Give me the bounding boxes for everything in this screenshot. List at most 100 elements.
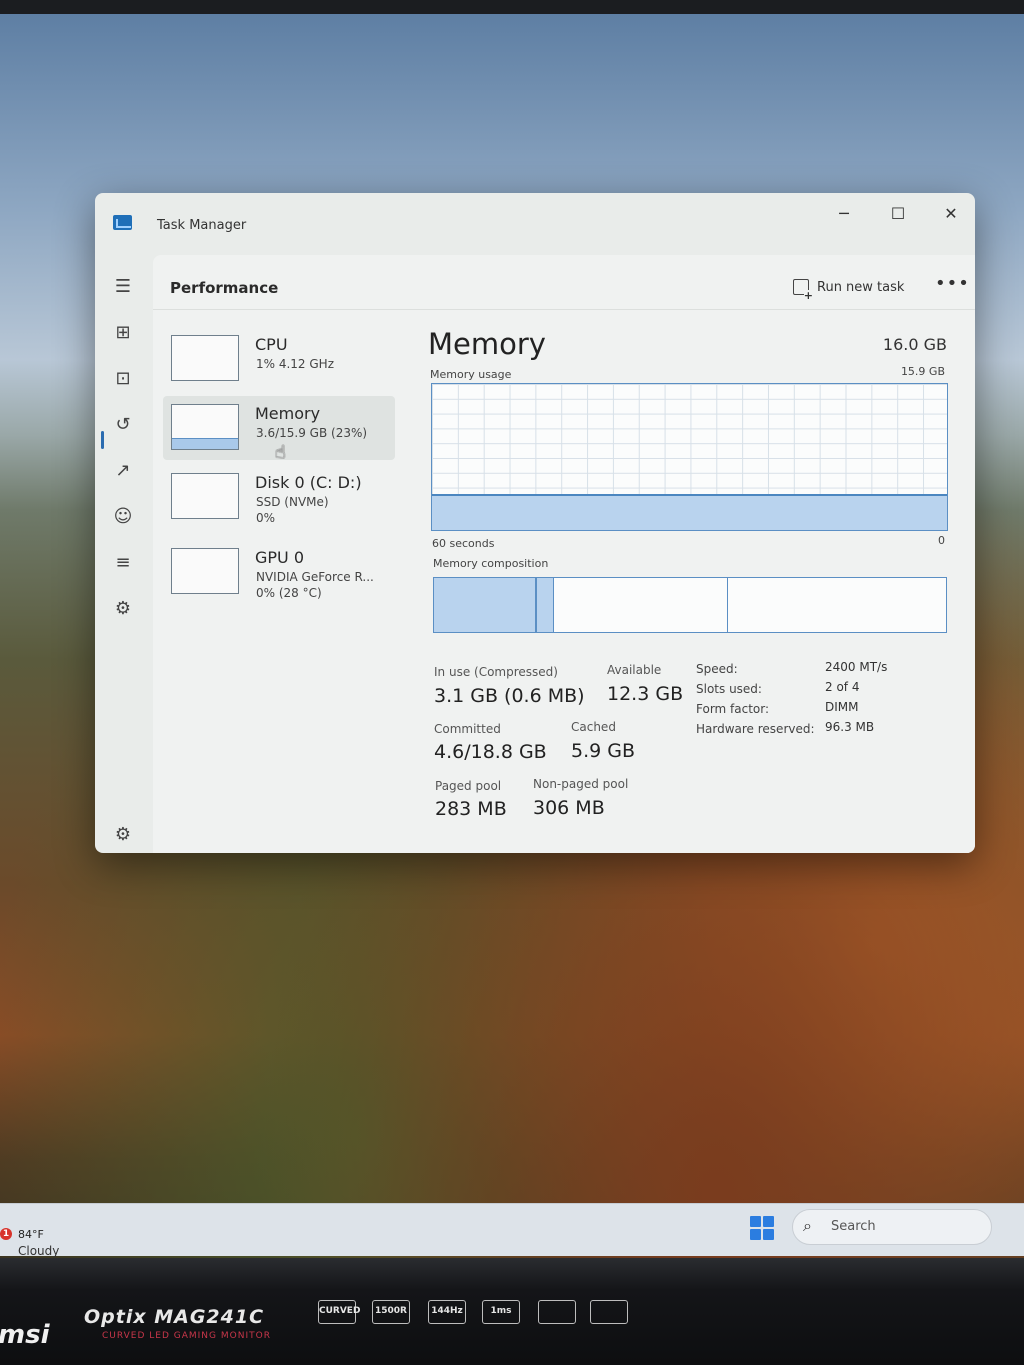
composition-modified-segment[interactable] <box>536 578 555 632</box>
device-name: CPU <box>255 335 288 354</box>
memory-composition-bar <box>433 577 947 633</box>
non-paged-pool-value: 306 MB <box>533 797 605 819</box>
nav-active-indicator <box>101 431 104 449</box>
task-manager-app-icon <box>113 215 132 230</box>
detail-title: Memory <box>428 327 546 361</box>
feature-badge-1500r: 1500R <box>372 1300 410 1324</box>
device-gpu-0[interactable]: GPU 0 NVIDIA GeForce R... 0% (28 °C) <box>163 540 395 604</box>
paged-pool-label: Paged pool <box>435 779 502 793</box>
windows-logo-tile <box>750 1229 761 1240</box>
minimize-button[interactable]: ─ <box>821 199 867 229</box>
device-name: Disk 0 (C: D:) <box>255 473 362 492</box>
device-stat: 3.6/15.9 GB (23%) <box>256 426 368 440</box>
users-icon[interactable]: ☺ <box>109 503 137 531</box>
gpu-thumbnail-graph <box>171 548 239 594</box>
page-title: Performance <box>170 279 279 297</box>
title-bar[interactable]: Task Manager ─ ☐ ✕ <box>95 193 975 255</box>
available-value: 12.3 GB <box>607 683 684 705</box>
device-stat: 0% <box>256 511 276 525</box>
in-use-value: 3.1 GB (0.6 MB) <box>434 685 585 707</box>
monitor-bezel-top <box>0 0 1024 14</box>
weather-temperature: 84°F <box>18 1228 44 1241</box>
memory-composition-label: Memory composition <box>433 557 549 570</box>
device-memory[interactable]: Memory 3.6/15.9 GB (23%) ☝ <box>163 396 395 463</box>
panel-header: Performance Run new task ••• <box>153 255 975 310</box>
disk-thumbnail-graph <box>171 473 239 519</box>
taskbar-search-box[interactable]: ⌕ Search <box>792 1209 992 1245</box>
weather-condition: Cloudy <box>18 1244 60 1258</box>
device-name: GPU 0 <box>255 548 305 567</box>
monitor-model-subtitle: CURVED LED GAMING MONITOR <box>102 1331 271 1341</box>
notification-badge: 1 <box>0 1228 12 1240</box>
feature-badge-1ms: 1ms <box>482 1300 520 1324</box>
search-icon: ⌕ <box>803 1216 812 1235</box>
committed-value: 4.6/18.8 GB <box>434 741 547 763</box>
close-button[interactable]: ✕ <box>928 199 974 229</box>
cached-value: 5.9 GB <box>571 740 636 762</box>
hand-cursor-icon: ☝ <box>275 442 286 463</box>
feature-badge-freesync-icon <box>538 1300 576 1324</box>
slots-used-label: Slots used: <box>696 682 762 696</box>
non-paged-pool-label: Non-paged pool <box>533 777 629 791</box>
performance-panel: Performance Run new task ••• CPU 1% 4.12… <box>153 255 975 853</box>
hamburger-menu-icon[interactable]: ☰ <box>109 273 137 301</box>
device-stat: 1% 4.12 GHz <box>256 357 335 371</box>
paged-pool-value: 283 MB <box>435 798 507 820</box>
feature-badge-gaming-osd-icon <box>590 1300 628 1324</box>
committed-label: Committed <box>434 722 501 736</box>
monitor-model-name: Optix MAG241C <box>84 1306 265 1328</box>
composition-in-use-segment[interactable] <box>434 578 537 632</box>
cached-label: Cached <box>571 720 616 734</box>
windows-logo-tile <box>750 1216 761 1227</box>
windows-logo-tile <box>763 1229 774 1240</box>
settings-icon[interactable]: ⚙ <box>109 821 137 849</box>
composition-free-segment[interactable] <box>728 578 946 632</box>
form-factor-value: DIMM <box>825 700 859 714</box>
form-factor-label: Form factor: <box>696 702 770 716</box>
device-cpu[interactable]: CPU 1% 4.12 GHz <box>163 327 395 391</box>
search-placeholder: Search <box>831 1219 876 1234</box>
maximize-button[interactable]: ☐ <box>875 199 921 229</box>
memory-usage-max: 15.9 GB <box>900 365 945 378</box>
composition-standby-segment[interactable] <box>554 578 729 632</box>
memory-usage-graph <box>431 383 948 531</box>
cpu-thumbnail-graph <box>171 335 239 381</box>
graph-x-end-label: 0 <box>938 534 945 547</box>
performance-icon[interactable]: ⊡ <box>109 365 137 393</box>
speed-label: Speed: <box>696 662 738 676</box>
memory-usage-label: Memory usage <box>430 368 512 381</box>
device-name: Memory <box>255 404 321 423</box>
windows-logo-tile <box>763 1216 774 1227</box>
feature-badge-curved: CURVED <box>318 1300 360 1324</box>
slots-used-value: 2 of 4 <box>825 680 860 694</box>
run-new-task-button[interactable]: Run new task <box>793 273 904 301</box>
available-label: Available <box>607 663 662 677</box>
device-stat: 0% (28 °C) <box>256 586 322 600</box>
memory-usage-fill <box>432 494 947 530</box>
window-title: Task Manager <box>157 218 247 233</box>
hardware-reserved-label: Hardware reserved: <box>696 722 815 736</box>
feature-badge-144hz: 144Hz <box>428 1300 466 1324</box>
device-model: NVIDIA GeForce R... <box>256 570 374 584</box>
app-history-icon[interactable]: ↺ <box>109 411 137 439</box>
startup-apps-icon[interactable]: ↗ <box>109 457 137 485</box>
memory-thumbnail-graph <box>171 404 239 450</box>
processes-icon[interactable]: ⊞ <box>109 319 137 347</box>
run-task-icon <box>793 279 813 301</box>
task-manager-window[interactable]: Task Manager ─ ☐ ✕ ☰ ⊞ ⊡ ↺ ↗ ☺ ≡ ⚙ ⚙ Per… <box>95 193 975 853</box>
speed-value: 2400 MT/s <box>825 660 888 674</box>
graph-x-start-label: 60 seconds <box>432 537 495 550</box>
start-button[interactable] <box>750 1216 774 1240</box>
taskbar: ⌕ Search <box>0 1203 1024 1256</box>
device-type: SSD (NVMe) <box>256 495 329 509</box>
memory-total: 16.0 GB <box>882 335 947 354</box>
more-options-button[interactable]: ••• <box>935 273 970 294</box>
device-disk-0[interactable]: Disk 0 (C: D:) SSD (NVMe) 0% <box>163 465 395 529</box>
in-use-label: In use (Compressed) <box>434 665 558 679</box>
monitor-brand-logo: msi <box>0 1320 50 1350</box>
run-new-task-label: Run new task <box>817 279 905 295</box>
services-icon[interactable]: ⚙ <box>109 595 137 623</box>
hardware-reserved-value: 96.3 MB <box>825 720 875 734</box>
nav-rail: ☰ ⊞ ⊡ ↺ ↗ ☺ ≡ ⚙ ⚙ <box>95 255 153 853</box>
details-icon[interactable]: ≡ <box>109 549 137 577</box>
